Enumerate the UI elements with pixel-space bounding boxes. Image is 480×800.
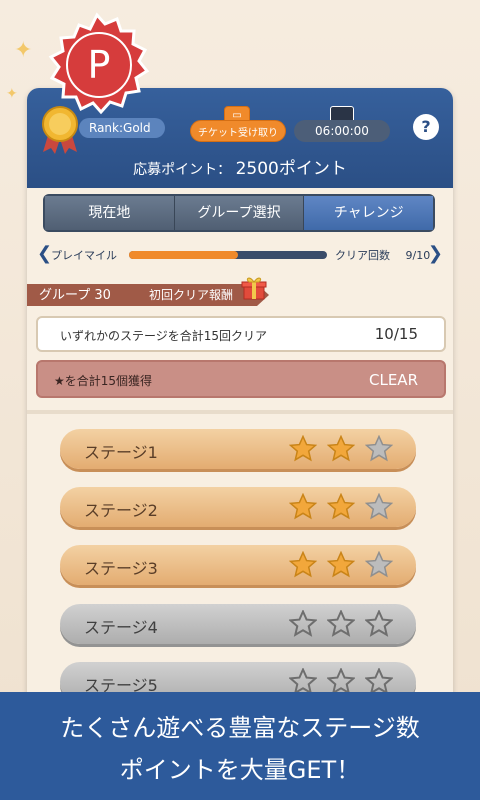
timer-display: 06:00:00 [294, 120, 390, 142]
star-empty-icon [289, 610, 317, 637]
progress-label: プレイマイル [51, 249, 117, 262]
star-rating [289, 551, 397, 579]
tab-challenge[interactable]: チャレンジ [304, 196, 434, 230]
points-value: 2500ポイント [235, 159, 347, 179]
tab-current-location[interactable]: 現在地 [45, 196, 175, 230]
clear-count-value: 9/10 [405, 249, 431, 262]
mission-row: いずれかのステージを合計15回クリア 10/15 [36, 316, 446, 352]
gift-icon[interactable] [241, 275, 267, 301]
sparkle-icon: ✦ [6, 86, 18, 102]
star-empty-icon [365, 435, 393, 462]
sparkle-icon: ✦ [14, 38, 33, 63]
star-filled-icon [327, 435, 355, 462]
mission-text: ★を合計15個獲得 [54, 374, 153, 388]
stage-label: ステージ1 [84, 443, 158, 462]
stage-button-2[interactable]: ステージ2 [60, 487, 416, 527]
points-label: 応募ポイント： [133, 162, 232, 178]
points-display: 応募ポイント： 2500ポイント [27, 154, 453, 184]
star-rating [289, 435, 397, 463]
medal-icon [42, 106, 78, 154]
group-ribbon: グループ 30 初回クリア報酬 [27, 284, 269, 306]
stage-button-1[interactable]: ステージ1 [60, 429, 416, 469]
stage-label: ステージ4 [84, 618, 158, 637]
challenge-panel: Rank:Gold ▭ チケット受け取り 06:00:00 ? 応募ポイント： … [27, 88, 453, 728]
progress-row: ❮ プレイマイル クリア回数 9/10 ❯ [37, 243, 443, 265]
chevron-right-icon: ❯ [427, 243, 443, 264]
stage-button-4[interactable]: ステージ4 [60, 604, 416, 644]
progress-bar [129, 251, 327, 259]
star-filled-icon [289, 551, 317, 578]
star-empty-icon [365, 610, 393, 637]
progress-bar-fill [129, 251, 238, 259]
star-rating [289, 493, 397, 521]
group-reward-label: 初回クリア報酬 [149, 288, 234, 302]
divider [27, 410, 453, 414]
tab-bar: 現在地 グループ選択 チャレンジ [43, 194, 435, 232]
star-filled-icon [327, 493, 355, 520]
promo-line-1: たくさん遊べる豊富なステージ数 [60, 714, 420, 742]
star-filled-icon [289, 435, 317, 462]
stage-button-3[interactable]: ステージ3 [60, 545, 416, 585]
star-empty-icon [365, 551, 393, 578]
promo-line-2: ポイントを大量GET！ [119, 756, 361, 784]
star-rating [289, 610, 397, 638]
star-empty-icon [365, 493, 393, 520]
clear-count: クリア回数 9/10 [335, 247, 430, 263]
mission-row: ★を合計15個獲得 CLEAR [36, 360, 446, 398]
mission-text: いずれかのステージを合計15回クリア [60, 329, 268, 343]
stage-label: ステージ2 [84, 501, 158, 520]
stage-label: ステージ3 [84, 559, 158, 578]
mission-progress: 10/15 [374, 325, 418, 343]
star-empty-icon [327, 610, 355, 637]
promo-banner: たくさん遊べる豊富なステージ数 ポイントを大量GET！ [0, 692, 480, 800]
chevron-left-icon: ❮ [37, 243, 53, 264]
badge-letter: P [88, 43, 111, 87]
ticket-receive-label: チケット受け取り [198, 127, 278, 139]
ticket-receive-button[interactable]: チケット受け取り [190, 120, 286, 142]
help-button[interactable]: ? [413, 114, 439, 140]
mission-status: CLEAR [369, 371, 418, 389]
star-filled-icon [327, 551, 355, 578]
tab-group-select[interactable]: グループ選択 [174, 196, 305, 230]
star-filled-icon [289, 493, 317, 520]
group-title: グループ 30 [39, 288, 111, 303]
clear-count-label: クリア回数 [335, 249, 390, 262]
